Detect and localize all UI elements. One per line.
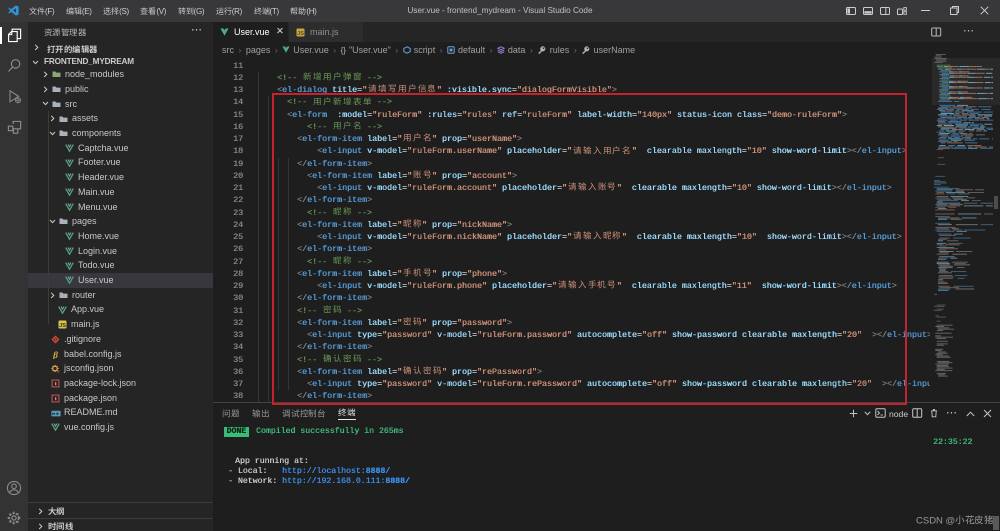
svg-text:s: s [57, 369, 60, 373]
svg-text:JS: JS [59, 324, 66, 330]
svg-text:β: β [52, 351, 58, 359]
svg-text:JS: JS [297, 31, 304, 37]
